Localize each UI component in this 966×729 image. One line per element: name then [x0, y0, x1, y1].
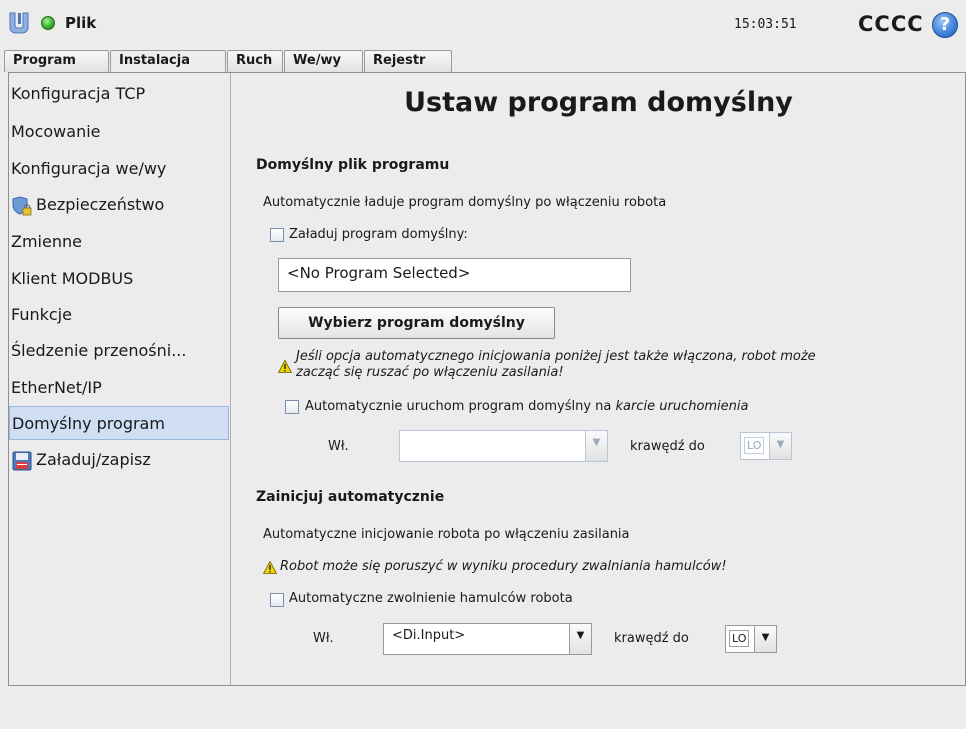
brake-on-label: Wł. [313, 631, 334, 646]
autostart-edge-select[interactable]: LO ▼ [740, 432, 792, 460]
sidebar-item-tcp[interactable]: Konfiguracja TCP [9, 77, 229, 111]
chevron-down-icon: ▼ [585, 431, 607, 461]
brake-edge-value: LO [729, 630, 750, 647]
installation-sidebar: Konfiguracja TCP Mocowanie Konfiguracja … [9, 73, 231, 685]
chevron-down-icon: ▼ [569, 624, 591, 654]
sidebar-item-safety[interactable]: Bezpieczeństwo [9, 188, 229, 222]
sidebar-item-label: Konfiguracja we/wy [11, 159, 167, 178]
sidebar-item-default-program[interactable]: Domyślny program [9, 406, 229, 440]
auto-init-description: Automatyczne inicjowanie robota po włącz… [263, 527, 630, 542]
warning-icon [263, 561, 277, 574]
sidebar-item-label: Klient MODBUS [11, 269, 134, 288]
brake-release-label: Automatyczne zwolnienie hamulców robota [289, 591, 573, 606]
autostart-label: Automatycznie uruchom program domyślny n… [305, 399, 748, 414]
installation-panel: Konfiguracja TCP Mocowanie Konfiguracja … [8, 72, 966, 686]
default-file-description: Automatycznie ładuje program domyślny po… [263, 195, 667, 210]
sidebar-item-label: Bezpieczeństwo [36, 195, 165, 214]
autostart-checkbox[interactable] [285, 400, 299, 414]
file-menu[interactable]: Plik [65, 14, 96, 32]
load-default-label: Załaduj program domyślny: [289, 227, 468, 242]
sidebar-item-mounting[interactable]: Mocowanie [9, 115, 229, 149]
autostart-label-text: Automatycznie uruchom program domyślny n… [305, 399, 616, 414]
tab-io[interactable]: We/wy [284, 50, 363, 72]
sidebar-item-conveyor-tracking[interactable]: Śledzenie przenośni... [9, 334, 229, 368]
brake-release-checkbox[interactable] [270, 593, 284, 607]
sidebar-item-label: Załaduj/zapisz [36, 450, 151, 469]
sidebar-item-label: Mocowanie [11, 122, 101, 141]
sidebar-item-ethernet-ip[interactable]: EtherNet/IP [9, 371, 229, 405]
autostart-label-italic: karcie uruchomienia [615, 399, 749, 414]
sidebar-item-io-setup[interactable]: Konfiguracja we/wy [9, 152, 229, 186]
sidebar-item-variables[interactable]: Zmienne [9, 225, 229, 259]
autostart-warning-line2: zacząć się ruszać po włączeniu zasilania… [296, 365, 564, 380]
page-title: Ustaw program domyślny [404, 87, 793, 118]
autostart-on-label: Wł. [328, 439, 349, 454]
ur-logo-icon [9, 12, 29, 34]
sidebar-item-label: Funkcje [11, 305, 72, 324]
default-program-content: Ustaw program domyślny Domyślny plik pro… [232, 73, 965, 685]
top-bar: Plik 15:03:51 CCCC ? [0, 0, 966, 46]
sidebar-item-label: EtherNet/IP [11, 378, 102, 397]
help-button[interactable]: ? [932, 12, 958, 38]
chevron-down-icon: ▼ [754, 626, 776, 652]
sidebar-item-label: Zmienne [11, 232, 82, 251]
tab-installation[interactable]: Instalacja [110, 50, 226, 74]
floppy-disk-icon [12, 451, 32, 470]
brake-edge-label: krawędź do [614, 631, 689, 646]
load-default-checkbox[interactable] [270, 228, 284, 242]
default-program-field: <No Program Selected> [278, 258, 631, 292]
sidebar-item-label: Konfiguracja TCP [11, 84, 146, 103]
tab-log[interactable]: Rejestr [364, 50, 452, 72]
bottom-bar [0, 686, 966, 729]
auto-init-heading: Zainicjuj automatycznie [256, 489, 445, 505]
sidebar-item-label: Śledzenie przenośni... [11, 341, 187, 360]
sidebar-item-load-save[interactable]: Załaduj/zapisz [9, 443, 229, 477]
brake-input-value: <Di.Input> [392, 628, 466, 643]
brake-edge-select[interactable]: LO ▼ [725, 625, 777, 653]
brake-input-select[interactable]: <Di.Input> ▼ [383, 623, 592, 655]
autostart-edge-label: krawędź do [630, 439, 705, 454]
sidebar-item-modbus[interactable]: Klient MODBUS [9, 262, 229, 296]
autostart-input-select[interactable]: ▼ [399, 430, 608, 462]
shield-lock-icon [12, 195, 32, 215]
sidebar-item-label: Domyślny program [12, 414, 165, 433]
tab-program[interactable]: Program [4, 50, 109, 72]
brake-warning: Robot może się poruszyć w wyniku procedu… [280, 559, 727, 574]
warning-icon [278, 360, 292, 373]
default-file-heading: Domyślny plik programu [256, 157, 450, 173]
tab-move[interactable]: Ruch [227, 50, 283, 72]
autostart-edge-value: LO [744, 437, 765, 454]
choose-default-program-button[interactable]: Wybierz program domyślny [278, 307, 555, 339]
robot-name: CCCC [858, 12, 924, 36]
chevron-down-icon: ▼ [769, 433, 791, 459]
status-indicator-icon [41, 16, 55, 30]
autostart-warning-line1: Jeśli opcja automatycznego inicjowania p… [296, 349, 816, 364]
clock: 15:03:51 [734, 17, 797, 32]
sidebar-item-features[interactable]: Funkcje [9, 298, 229, 332]
